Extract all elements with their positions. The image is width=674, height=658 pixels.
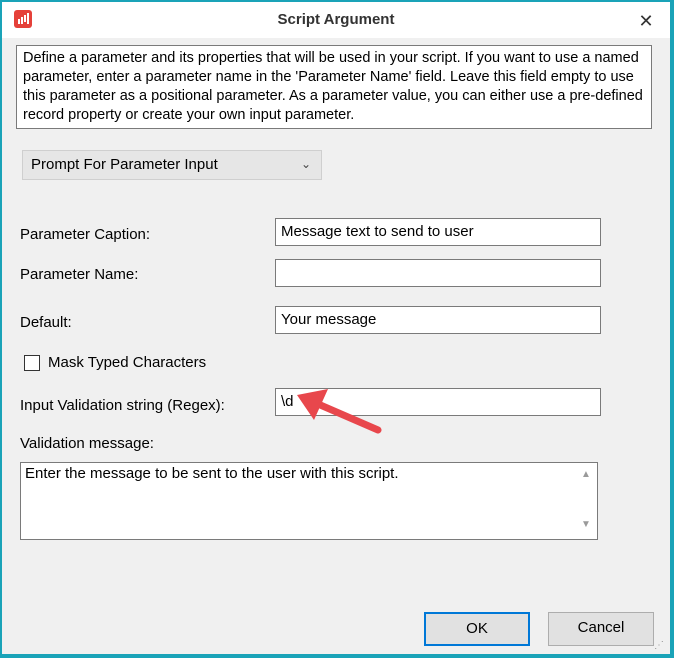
- regex-input[interactable]: \d: [275, 388, 601, 416]
- ok-button[interactable]: OK: [424, 612, 530, 646]
- mask-typed-characters-checkbox[interactable]: [24, 355, 40, 371]
- parameter-name-input[interactable]: [275, 259, 601, 287]
- validation-message-text: Enter the message to be sent to the user…: [25, 465, 399, 482]
- ok-button-label: OK: [466, 620, 488, 637]
- parameter-caption-label: Parameter Caption:: [20, 226, 151, 243]
- regex-label: Input Validation string (Regex):: [20, 397, 225, 414]
- scroll-up-icon[interactable]: ▲: [581, 469, 591, 480]
- parameter-mode-selected: Prompt For Parameter Input: [31, 156, 218, 173]
- validation-message-textarea[interactable]: Enter the message to be sent to the user…: [20, 462, 598, 540]
- textarea-scrollbar[interactable]: ▲ ▼: [577, 463, 597, 539]
- parameter-mode-dropdown[interactable]: Prompt For Parameter Input ⌄: [22, 150, 322, 180]
- scroll-down-icon[interactable]: ▼: [581, 519, 591, 530]
- default-label: Default:: [20, 314, 72, 331]
- dialog-title: Script Argument: [277, 11, 395, 28]
- resize-grip-icon[interactable]: ⋰: [654, 640, 665, 651]
- title-bar: Script Argument ✕: [2, 2, 670, 38]
- script-argument-dialog: Script Argument ✕ Define a parameter and…: [2, 2, 670, 654]
- parameter-caption-input[interactable]: Message text to send to user: [275, 218, 601, 246]
- mask-typed-characters-label: Mask Typed Characters: [48, 354, 207, 371]
- validation-message-label: Validation message:: [20, 435, 154, 452]
- parameter-name-label: Parameter Name:: [20, 266, 139, 283]
- cancel-button[interactable]: Cancel: [548, 612, 654, 646]
- description-text: Define a parameter and its properties th…: [16, 45, 652, 129]
- close-icon[interactable]: ✕: [636, 11, 656, 31]
- chevron-down-icon: ⌄: [300, 157, 311, 171]
- default-input[interactable]: Your message: [275, 306, 601, 334]
- cancel-button-label: Cancel: [577, 619, 625, 636]
